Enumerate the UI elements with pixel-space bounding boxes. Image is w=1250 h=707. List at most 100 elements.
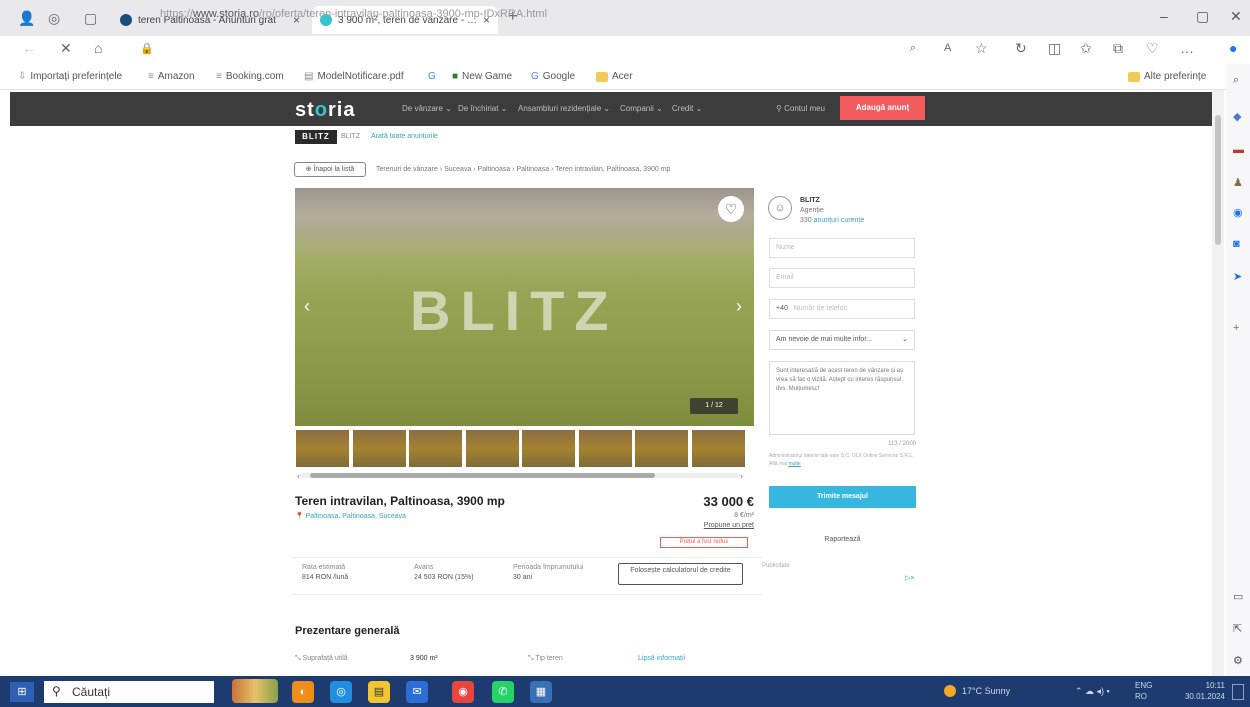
breadcrumb[interactable]: Terenuri de vânzare › Suceava › Paltinoa… [376, 166, 670, 173]
agency-all-listings-link[interactable]: Arată toate anunțurile [371, 133, 438, 140]
favorite-heart-icon[interactable]: ♡ [718, 196, 744, 222]
notifications-icon[interactable] [1232, 684, 1244, 700]
restore-button[interactable]: ▢ [1196, 8, 1209, 25]
village-widget-icon[interactable] [232, 679, 278, 703]
read-aloud-icon[interactable]: A [944, 42, 951, 54]
send-message-button[interactable]: Trimite mesajul [769, 486, 916, 508]
agency-logo[interactable]: BLITZ [295, 130, 337, 144]
gallery-prev-arrow[interactable]: ‹ [304, 296, 310, 317]
taskbar-search[interactable]: Căutați [44, 681, 214, 703]
bookmark-acer[interactable]: Acer [596, 71, 633, 82]
collections-icon[interactable]: ⧉ [1113, 40, 1123, 57]
nav-ansambluri[interactable]: Ansambluri rezidențiale ⌄ [518, 104, 610, 113]
lock-icon[interactable]: 🔒 [140, 42, 154, 55]
home-icon[interactable]: ⌂ [94, 40, 102, 56]
open-external-icon[interactable]: ⇱ [1233, 622, 1242, 635]
agent-name[interactable]: BLITZ [800, 197, 820, 204]
bookmark-g[interactable]: G [428, 71, 440, 82]
search-icon[interactable]: ⌕ [1233, 74, 1239, 87]
minimize-button[interactable]: – [1160, 8, 1168, 24]
start-button[interactable]: ⊞ [10, 682, 34, 702]
nav-de-inchiriat[interactable]: De închiriat ⌄ [458, 104, 507, 113]
bookmark-import[interactable]: ⇩ Importați preferințele [18, 71, 122, 82]
address-bar[interactable]: https://www.storia.ro/ro/oferta/teren-in… [160, 3, 960, 25]
language-indicator[interactable]: ENG RO [1135, 680, 1152, 702]
add-icon[interactable]: + [1233, 322, 1239, 334]
tools-icon[interactable]: ▬ [1233, 144, 1244, 156]
notepad-icon[interactable]: ▦ [530, 681, 552, 703]
phone-field[interactable]: +40 Număr de telefon [769, 299, 915, 319]
gallery-thumbnail[interactable] [691, 430, 745, 467]
edge-icon[interactable]: ◎ [330, 681, 352, 703]
thumb-scroll-right-icon[interactable]: › [740, 471, 743, 481]
tab-actions-icon[interactable]: ▢ [84, 10, 97, 27]
name-field[interactable]: Nume [769, 238, 915, 258]
listing-location[interactable]: 📍 Paltinoasa, Paltinoasa, Suceava [295, 512, 406, 520]
outlook-icon[interactable]: ◙ [1233, 238, 1240, 250]
nav-companii[interactable]: Companii ⌄ [620, 104, 663, 113]
file-explorer-icon[interactable]: ▤ [368, 681, 390, 703]
split-screen-icon[interactable]: ◫ [1048, 40, 1061, 57]
scrollbar-thumb[interactable] [1215, 115, 1221, 245]
workspaces-icon[interactable]: ◎ [48, 10, 60, 27]
bookmark-amazon[interactable]: ≡ Amazon [148, 71, 195, 82]
phone-prefix[interactable]: +40 [776, 305, 788, 312]
bookmark-pdf[interactable]: ▤ ModelNotificare.pdf [304, 71, 404, 82]
send-icon[interactable]: ➤ [1233, 270, 1242, 283]
browser-essentials-icon[interactable]: ♡ [1146, 40, 1159, 57]
area-label: ⤡ Suprafață utilă [295, 655, 348, 662]
gallery-thumbnail[interactable] [522, 430, 575, 467]
photos-app-icon[interactable]: ◐ [292, 681, 314, 703]
email-field[interactable]: Email [769, 268, 915, 288]
storia-logo[interactable]: storia [295, 99, 355, 122]
zoom-icon[interactable]: ⌕ [910, 42, 916, 55]
gallery-thumbnail[interactable] [465, 430, 519, 467]
people-icon[interactable]: ♟ [1233, 176, 1243, 189]
gallery-thumbnail[interactable] [409, 430, 462, 467]
profile-icon[interactable]: 👤 [18, 10, 35, 27]
settings-gear-icon[interactable]: ⚙ [1233, 654, 1243, 667]
whatsapp-icon[interactable]: ✆ [492, 681, 514, 703]
refresh-icon[interactable]: ↻ [1015, 40, 1027, 57]
gallery-thumbnail[interactable] [296, 430, 349, 467]
report-link[interactable]: Raportează [769, 536, 916, 543]
weather-text[interactable]: 17°C Sunny [962, 686, 1010, 696]
copilot-icon[interactable]: ● [1229, 40, 1237, 56]
chrome-icon[interactable]: ◉ [452, 681, 474, 703]
credit-calculator-button[interactable]: Folosește calculatorul de credite [618, 563, 743, 585]
bookmark-new-game[interactable]: ■ New Game [452, 71, 512, 82]
interest-select[interactable]: Am nevoie de mai multe infor... ⌄ [769, 330, 915, 350]
favorites-icon[interactable]: ✩ [1080, 40, 1092, 57]
agent-listing-count[interactable]: 330 anunțuri curente [800, 217, 864, 224]
message-textarea[interactable]: Sunt interesat/ă de acest teren de vânza… [769, 361, 915, 435]
favorite-star-icon[interactable]: ☆ [975, 40, 988, 57]
olx-favicon-icon [120, 14, 132, 26]
bookmark-other[interactable]: Alte preferințe [1128, 71, 1206, 82]
privacy-more-link[interactable]: multe [788, 461, 800, 467]
sidebar-layout-icon[interactable]: ▭ [1233, 590, 1243, 603]
gallery-next-arrow[interactable]: › [736, 296, 742, 317]
office-icon[interactable]: ◉ [1233, 206, 1243, 219]
more-options-icon[interactable]: … [1180, 40, 1194, 56]
mail-icon[interactable]: ✉ [406, 681, 428, 703]
bookmark-google[interactable]: G Google [531, 71, 575, 82]
nav-credit[interactable]: Credit ⌄ [672, 104, 702, 113]
thumbnail-scrollbar-thumb[interactable] [310, 473, 655, 478]
ad-choices-icon[interactable]: ▷× [905, 574, 914, 582]
gallery-thumbnail[interactable] [578, 430, 632, 467]
gallery-thumbnail[interactable] [635, 430, 688, 467]
gallery-thumbnail[interactable] [352, 430, 406, 467]
bookmark-booking[interactable]: ≡ Booking.com [216, 71, 284, 82]
propose-price-link[interactable]: Propune un preț [680, 522, 754, 529]
nav-de-vanzare[interactable]: De vânzare ⌄ [402, 104, 452, 113]
back-to-list-button[interactable]: ⊕ Înapoi la listă [294, 162, 366, 177]
clock[interactable]: 10:11 30.01.2024 [1165, 680, 1225, 702]
add-listing-button[interactable]: Adaugă anunț [840, 96, 925, 120]
back-arrow-icon[interactable]: ← [22, 40, 36, 56]
account-link[interactable]: ⚲ Contul meu [776, 104, 825, 113]
close-window-button[interactable]: ✕ [1230, 8, 1242, 25]
stop-icon[interactable]: ✕ [60, 40, 72, 57]
system-tray[interactable]: ⌃ ☁ ◂) ▪ [1075, 686, 1110, 697]
site-header [10, 92, 1212, 126]
tag-icon[interactable]: ◆ [1233, 110, 1241, 123]
